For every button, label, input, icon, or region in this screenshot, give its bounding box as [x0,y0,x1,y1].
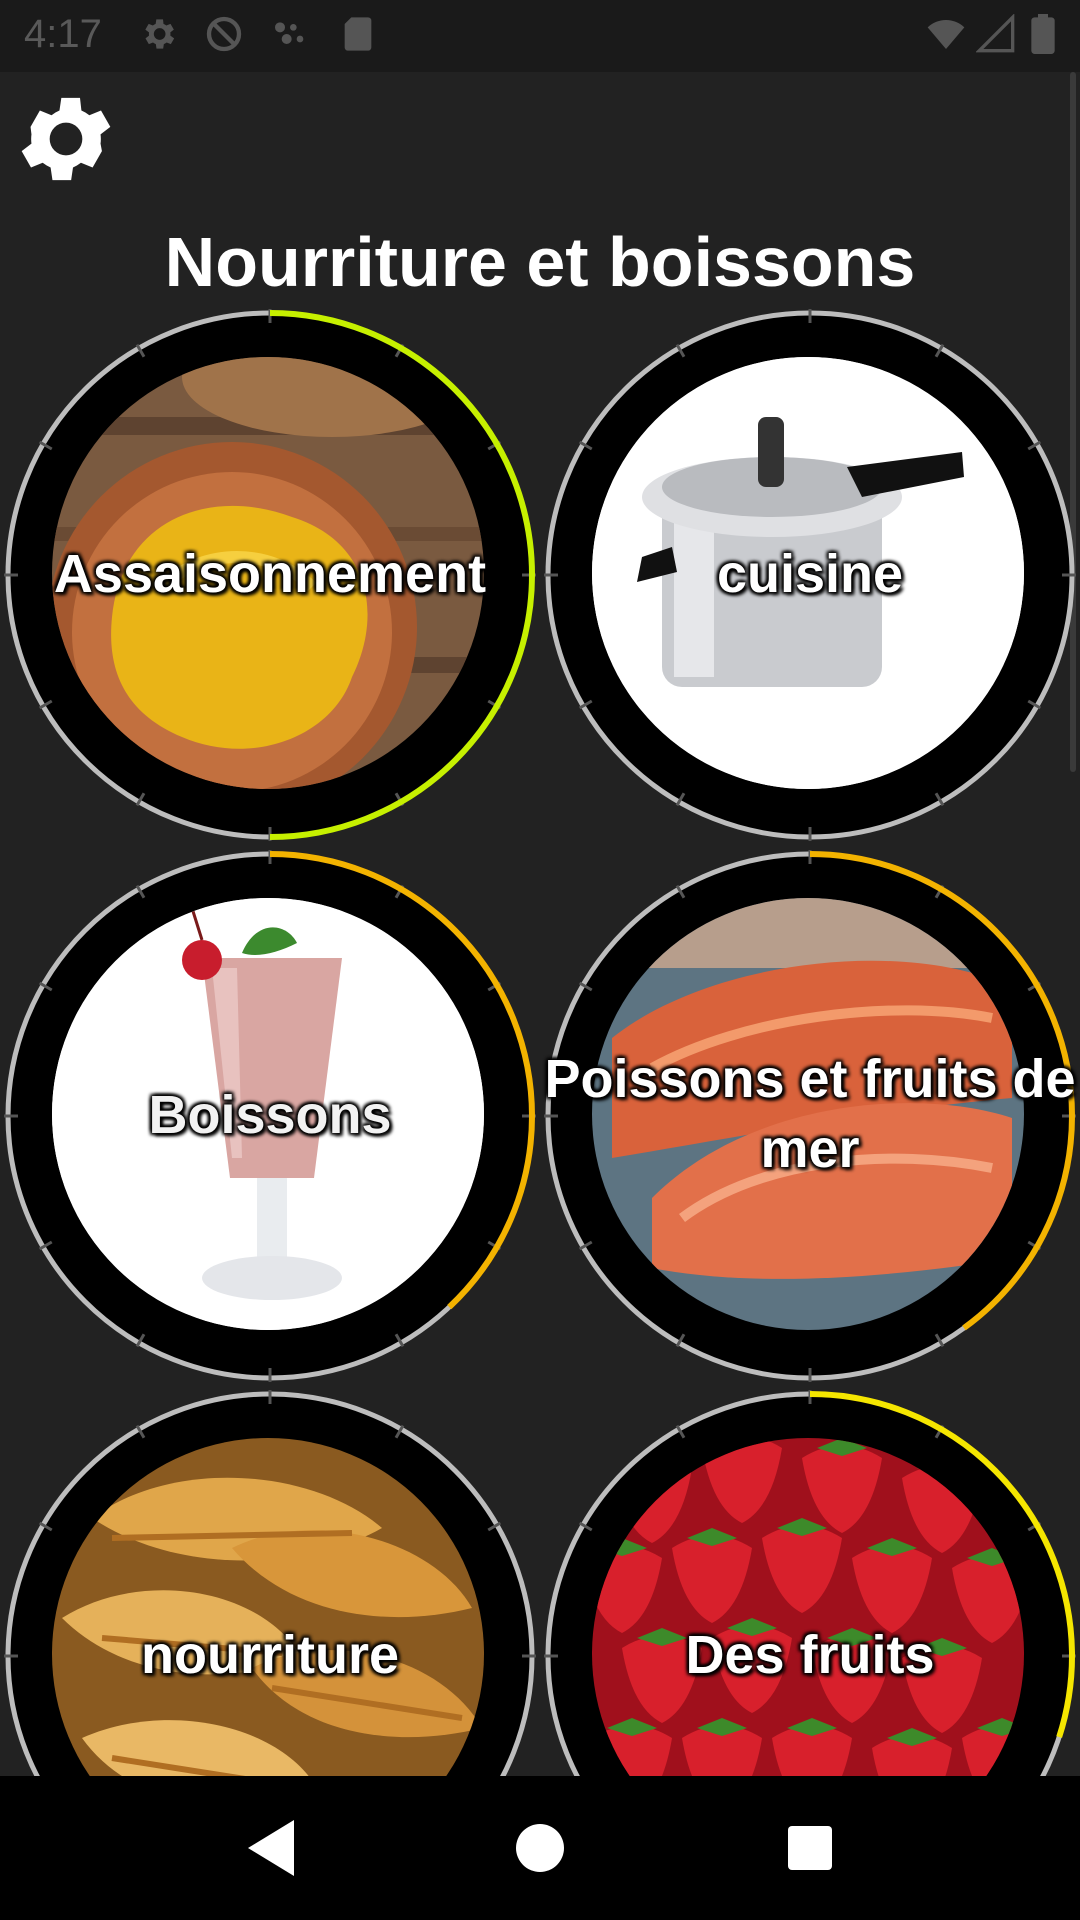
home-circle-icon [516,1824,564,1872]
category-label: Assaisonnement [53,544,487,604]
dots-icon [270,14,310,59]
category-label: Des fruits [685,1625,935,1685]
battery-icon [1030,14,1056,59]
sd-card-icon [338,14,378,59]
category-tile-boissons[interactable]: Boissons [0,846,540,1386]
category-tile-poissons[interactable]: Poissons et fruits de mer [540,846,1080,1386]
gear-icon [21,97,111,181]
gear-icon [138,14,178,59]
recents-button[interactable] [768,1806,852,1890]
category-tile-assaisonnement[interactable]: Assaisonnement [0,305,540,845]
do-not-disturb-icon [204,14,244,59]
category-label: nourriture [140,1625,399,1685]
category-label: Boissons [148,1085,392,1145]
home-button[interactable] [498,1806,582,1890]
signal-icon [975,13,1016,59]
recents-square-icon [788,1826,832,1870]
navigation-bar [0,1776,1080,1920]
back-triangle-icon [248,1820,294,1876]
back-button[interactable] [228,1806,312,1890]
settings-button[interactable] [10,80,122,198]
status-time: 4:17 [24,12,102,56]
page-title: Nourriture et boissons [164,223,916,301]
status-bar: 4:17 [0,0,1080,72]
category-tile-cuisine[interactable]: cuisine [540,305,1080,845]
wifi-icon [924,14,968,59]
category-label: Poissons et fruits de mer [544,1049,1076,1179]
category-label: cuisine [716,544,904,604]
app-screen: 4:17 Nourriture et boissons Assaisonneme… [0,0,1080,1920]
